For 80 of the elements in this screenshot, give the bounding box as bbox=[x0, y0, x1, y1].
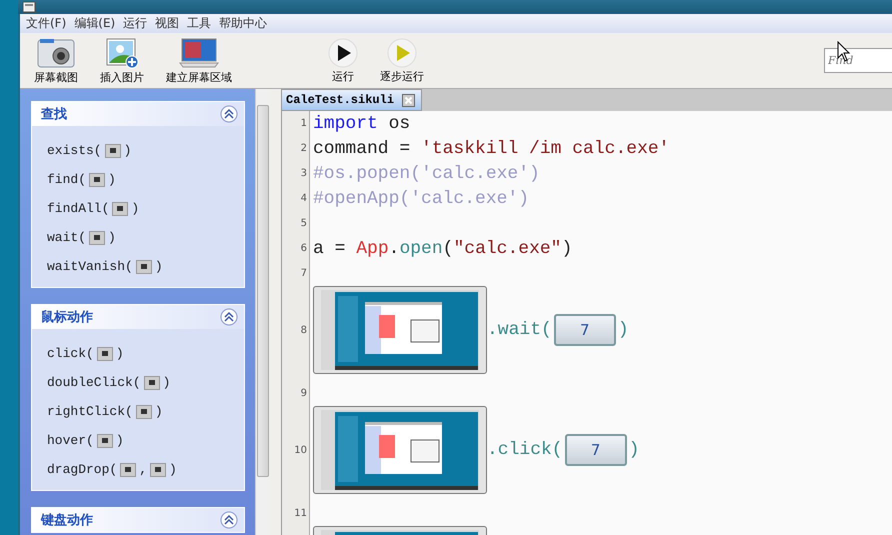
editor-tab[interactable]: CaleTest.sikuli bbox=[281, 89, 422, 111]
line-number: 1 bbox=[300, 118, 307, 129]
camera-icon bbox=[144, 376, 160, 390]
camera-icon bbox=[36, 36, 76, 68]
camera-icon bbox=[104, 144, 121, 158]
menu-item[interactable]: 文件(F) bbox=[26, 15, 66, 32]
play-icon bbox=[328, 38, 358, 68]
image-add-icon bbox=[105, 36, 139, 68]
panel-title: 查找 bbox=[41, 106, 67, 123]
camera-icon bbox=[136, 404, 152, 418]
panel-title: 键盘动作 bbox=[41, 512, 93, 529]
function-label[interactable]: ) bbox=[108, 230, 116, 245]
toolbar-button[interactable]: 运行 bbox=[324, 38, 362, 84]
toolbar-button[interactable]: 逐步运行 bbox=[376, 38, 428, 84]
code-line: import os bbox=[313, 114, 410, 134]
camera-icon bbox=[120, 462, 136, 476]
closing-paren: ) bbox=[628, 440, 640, 460]
menu-item[interactable]: 编辑(E) bbox=[74, 15, 116, 32]
menu-item[interactable]: 工具 bbox=[187, 15, 212, 32]
line-number: 3 bbox=[300, 168, 307, 179]
line-number: 9 bbox=[300, 388, 307, 399]
camera-icon bbox=[96, 434, 113, 448]
function-label[interactable]: click( bbox=[47, 346, 94, 361]
menu-item[interactable]: 运行 bbox=[123, 15, 148, 32]
monitor-icon bbox=[179, 36, 219, 68]
closing-paren: ) bbox=[618, 320, 629, 340]
line-number: 6 bbox=[300, 243, 307, 254]
collapse-icon[interactable] bbox=[220, 511, 238, 529]
toolbar-button[interactable]: 插入图片 bbox=[96, 36, 148, 84]
code-line: #openApp('calc.exe') bbox=[313, 188, 530, 208]
line-number: 10 bbox=[294, 444, 307, 456]
camera-icon bbox=[96, 346, 113, 360]
function-label[interactable]: waitVanish( bbox=[47, 259, 133, 274]
code-line: #os.popen('calc.exe') bbox=[313, 164, 540, 184]
function-label[interactable]: ) bbox=[162, 375, 170, 390]
function-label[interactable]: wait( bbox=[47, 230, 86, 245]
function-label[interactable]: hover( bbox=[47, 433, 94, 448]
collapse-icon[interactable] bbox=[220, 308, 238, 326]
function-label[interactable]: ) bbox=[169, 462, 177, 477]
line-number: 11 bbox=[294, 508, 307, 519]
scrollbar[interactable] bbox=[255, 89, 270, 535]
line-number: 2 bbox=[300, 143, 307, 154]
camera-icon bbox=[136, 260, 152, 274]
method-call: .click( bbox=[487, 440, 563, 460]
toolbar-button[interactable]: 建立屏幕区域 bbox=[162, 36, 236, 84]
line-number: 4 bbox=[300, 193, 307, 204]
function-label[interactable]: ) bbox=[124, 143, 132, 158]
function-label[interactable]: , bbox=[139, 462, 148, 477]
menu-item[interactable]: 帮助中心 bbox=[219, 15, 268, 32]
camera-icon bbox=[112, 202, 128, 216]
line-number: 8 bbox=[300, 324, 307, 336]
function-label[interactable]: ) bbox=[116, 346, 124, 361]
code-line: command = 'taskkill /im calc.exe' bbox=[313, 138, 670, 158]
similarity-button[interactable]: 7 bbox=[564, 434, 627, 466]
method-call: .wait( bbox=[487, 320, 552, 340]
function-label[interactable]: doubleClick( bbox=[47, 375, 141, 390]
menu-item[interactable]: 视图 bbox=[155, 15, 180, 32]
function-label[interactable]: ) bbox=[131, 201, 140, 216]
function-label[interactable]: rightClick( bbox=[47, 404, 133, 419]
camera-icon bbox=[89, 230, 106, 244]
toolbar-button[interactable]: 屏幕截图 bbox=[30, 36, 82, 84]
play-icon bbox=[387, 38, 417, 68]
collapse-icon[interactable] bbox=[220, 105, 238, 123]
close-icon[interactable] bbox=[402, 94, 416, 106]
function-label[interactable]: find( bbox=[47, 172, 86, 187]
code-line: a = App.open("calc.exe") bbox=[313, 238, 572, 258]
function-label[interactable]: ) bbox=[154, 259, 163, 274]
line-number: 5 bbox=[300, 218, 307, 229]
function-label[interactable]: ) bbox=[154, 404, 163, 419]
camera-icon bbox=[150, 462, 166, 476]
function-label[interactable]: ) bbox=[116, 433, 124, 448]
panel-title: 鼠标动作 bbox=[41, 309, 93, 326]
function-label[interactable]: ) bbox=[108, 172, 116, 187]
app-icon bbox=[22, 1, 36, 13]
function-label[interactable]: dragDrop( bbox=[47, 462, 118, 477]
similarity-button[interactable]: 7 bbox=[554, 314, 616, 346]
function-label[interactable]: exists( bbox=[47, 143, 102, 158]
line-number: 7 bbox=[300, 268, 307, 279]
camera-icon bbox=[89, 172, 106, 186]
function-label[interactable]: findAll( bbox=[47, 201, 110, 216]
